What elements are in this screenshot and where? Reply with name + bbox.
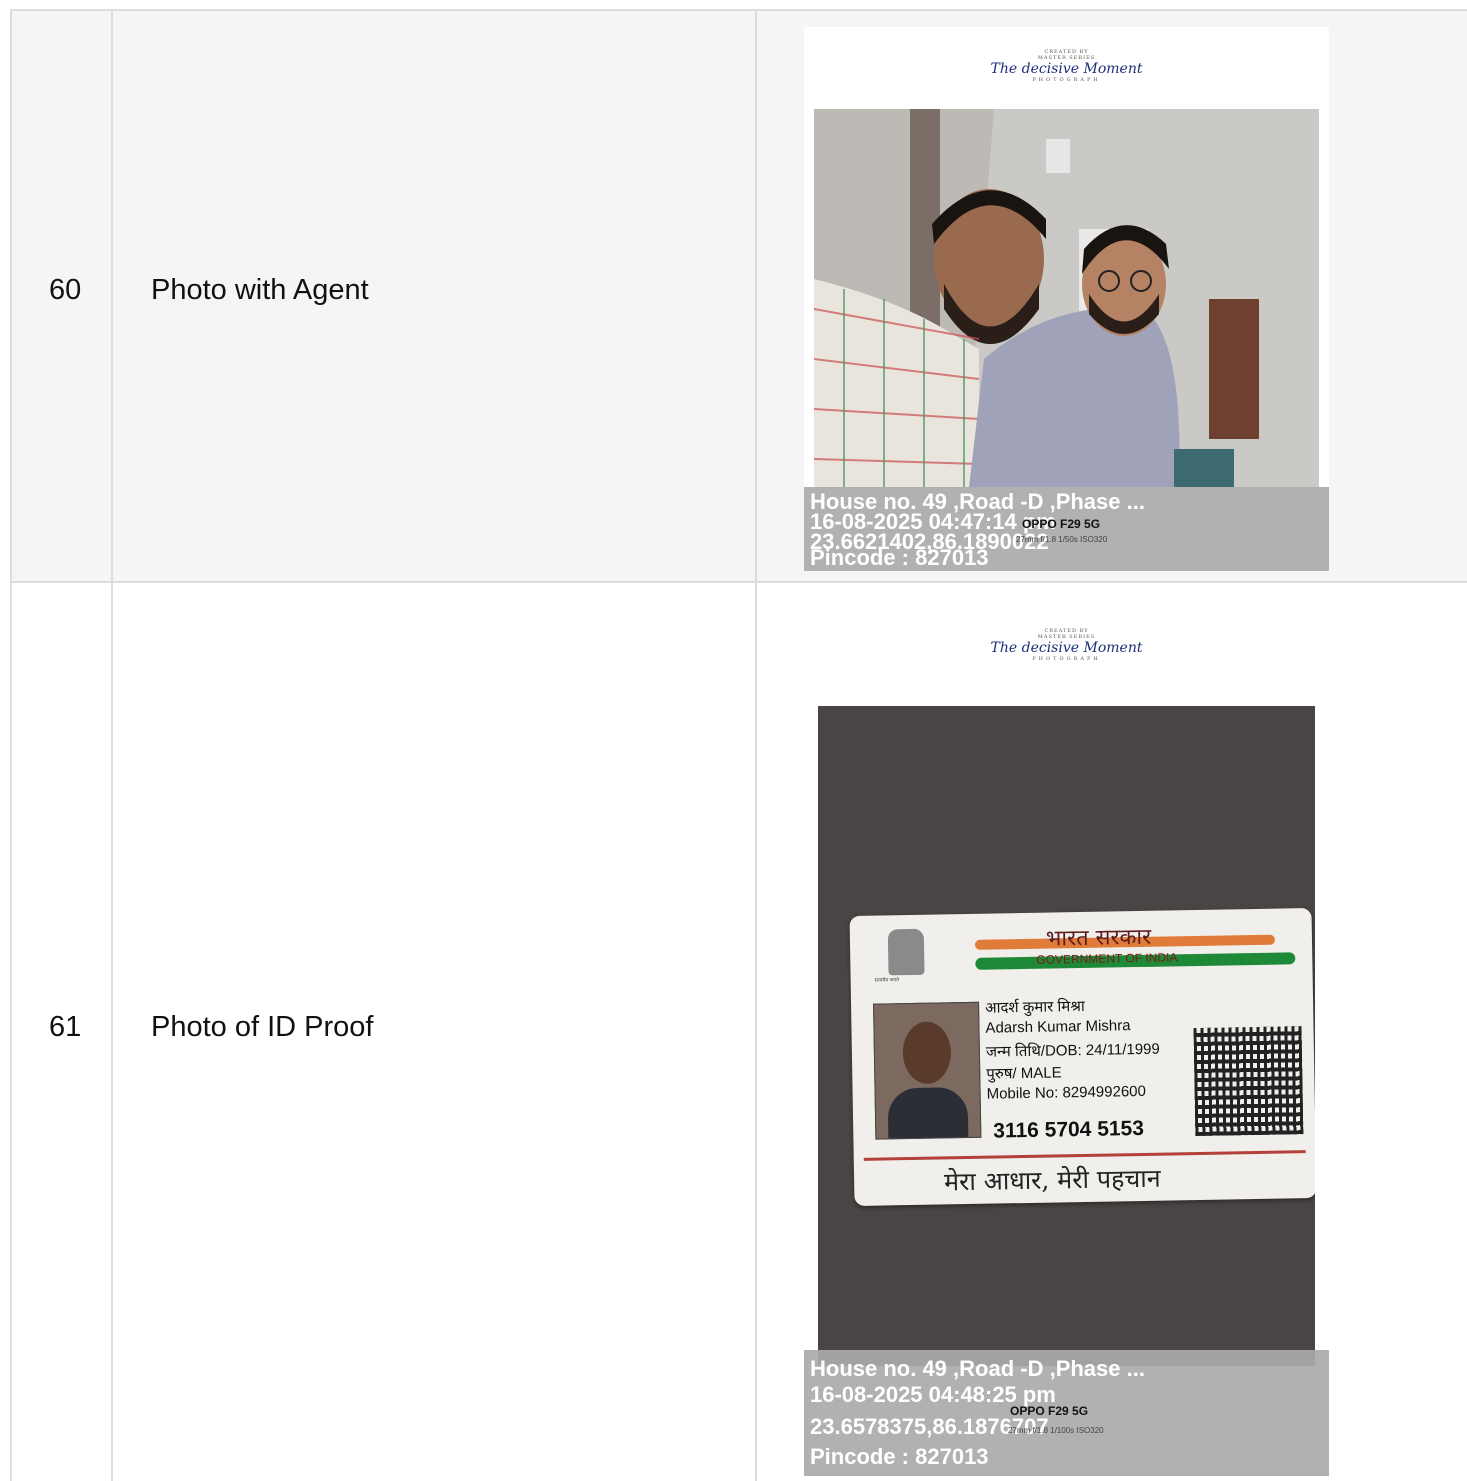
row-number: 61	[49, 1011, 82, 1043]
device-name: OPPO F29 5G	[1022, 517, 1101, 531]
device-meta: 27mm f/1.8 1/100s ISO320	[1008, 1426, 1104, 1435]
row-label: Photo of ID Proof	[151, 1011, 374, 1043]
id-proof-image: सत्यमेव जयते भारत सरकार GOVERNMENT OF IN…	[818, 706, 1315, 1366]
row-number: 60	[49, 274, 82, 306]
brand-script: The decisive Moment	[990, 61, 1143, 77]
device-name: OPPO F29 5G	[1010, 1404, 1089, 1418]
card-dob: जन्म तिथि/DOB: 24/11/1999	[985, 1040, 1160, 1061]
stamp-address: House no. 49 ,Road -D ,Phase ...	[810, 1356, 1145, 1381]
geo-stamp-overlay: House no. 49 ,Road -D ,Phase ... 16-08-2…	[804, 1350, 1329, 1476]
geo-stamp-overlay: House no. 49 ,Road -D ,Phase ... 16-08-2…	[804, 487, 1329, 571]
brand-watermark: CREATED BY MASTER SERIES The decisive Mo…	[804, 628, 1329, 663]
card-divider	[863, 1150, 1306, 1161]
selfie-image	[814, 109, 1319, 487]
card-gender: पुरुष/ MALE	[986, 1064, 1062, 1083]
stamp-pincode: Pincode : 827013	[810, 545, 989, 570]
body-shape	[887, 1087, 969, 1139]
card-name-english: Adarsh Kumar Mishra	[985, 1017, 1131, 1037]
emblem-icon	[887, 928, 925, 976]
card-header-english: GOVERNMENT OF INDIA	[1036, 950, 1178, 967]
brand-sub: PHOTOGRAPH	[1032, 656, 1101, 662]
card-name-hindi: आदर्श कुमार मिश्रा	[984, 997, 1085, 1017]
face-shape	[902, 1021, 952, 1085]
device-meta: 27mm f/1.8 1/50s ISO320	[1016, 535, 1108, 544]
brand-script: The decisive Moment	[990, 640, 1143, 656]
id-proof-photo[interactable]: CREATED BY MASTER SERIES The decisive Mo…	[804, 620, 1329, 1476]
stamp-pincode: Pincode : 827013	[810, 1444, 989, 1469]
brand-sub: PHOTOGRAPH	[1032, 77, 1101, 83]
card-holder-photo	[873, 1001, 982, 1140]
qr-code-icon	[1193, 1026, 1304, 1137]
stamp-datetime: 16-08-2025 04:48:25 pm	[810, 1382, 1056, 1407]
brand-watermark: CREATED BY MASTER SERIES The decisive Mo…	[804, 49, 1329, 84]
row-label: Photo with Agent	[151, 274, 369, 306]
card-mobile: Mobile No: 8294992600	[986, 1082, 1147, 1103]
emblem-caption: सत्यमेव जयते	[874, 977, 900, 984]
aadhaar-card: सत्यमेव जयते भारत सरकार GOVERNMENT OF IN…	[849, 907, 1315, 1207]
aadhaar-number: 3116 5704 5153	[993, 1116, 1145, 1143]
card-motto: मेरा आधार, मेरी पहचान	[943, 1163, 1161, 1197]
agent-photo[interactable]: CREATED BY MASTER SERIES The decisive Mo…	[804, 27, 1329, 571]
card-header-hindi: भारत सरकार	[1045, 924, 1152, 952]
